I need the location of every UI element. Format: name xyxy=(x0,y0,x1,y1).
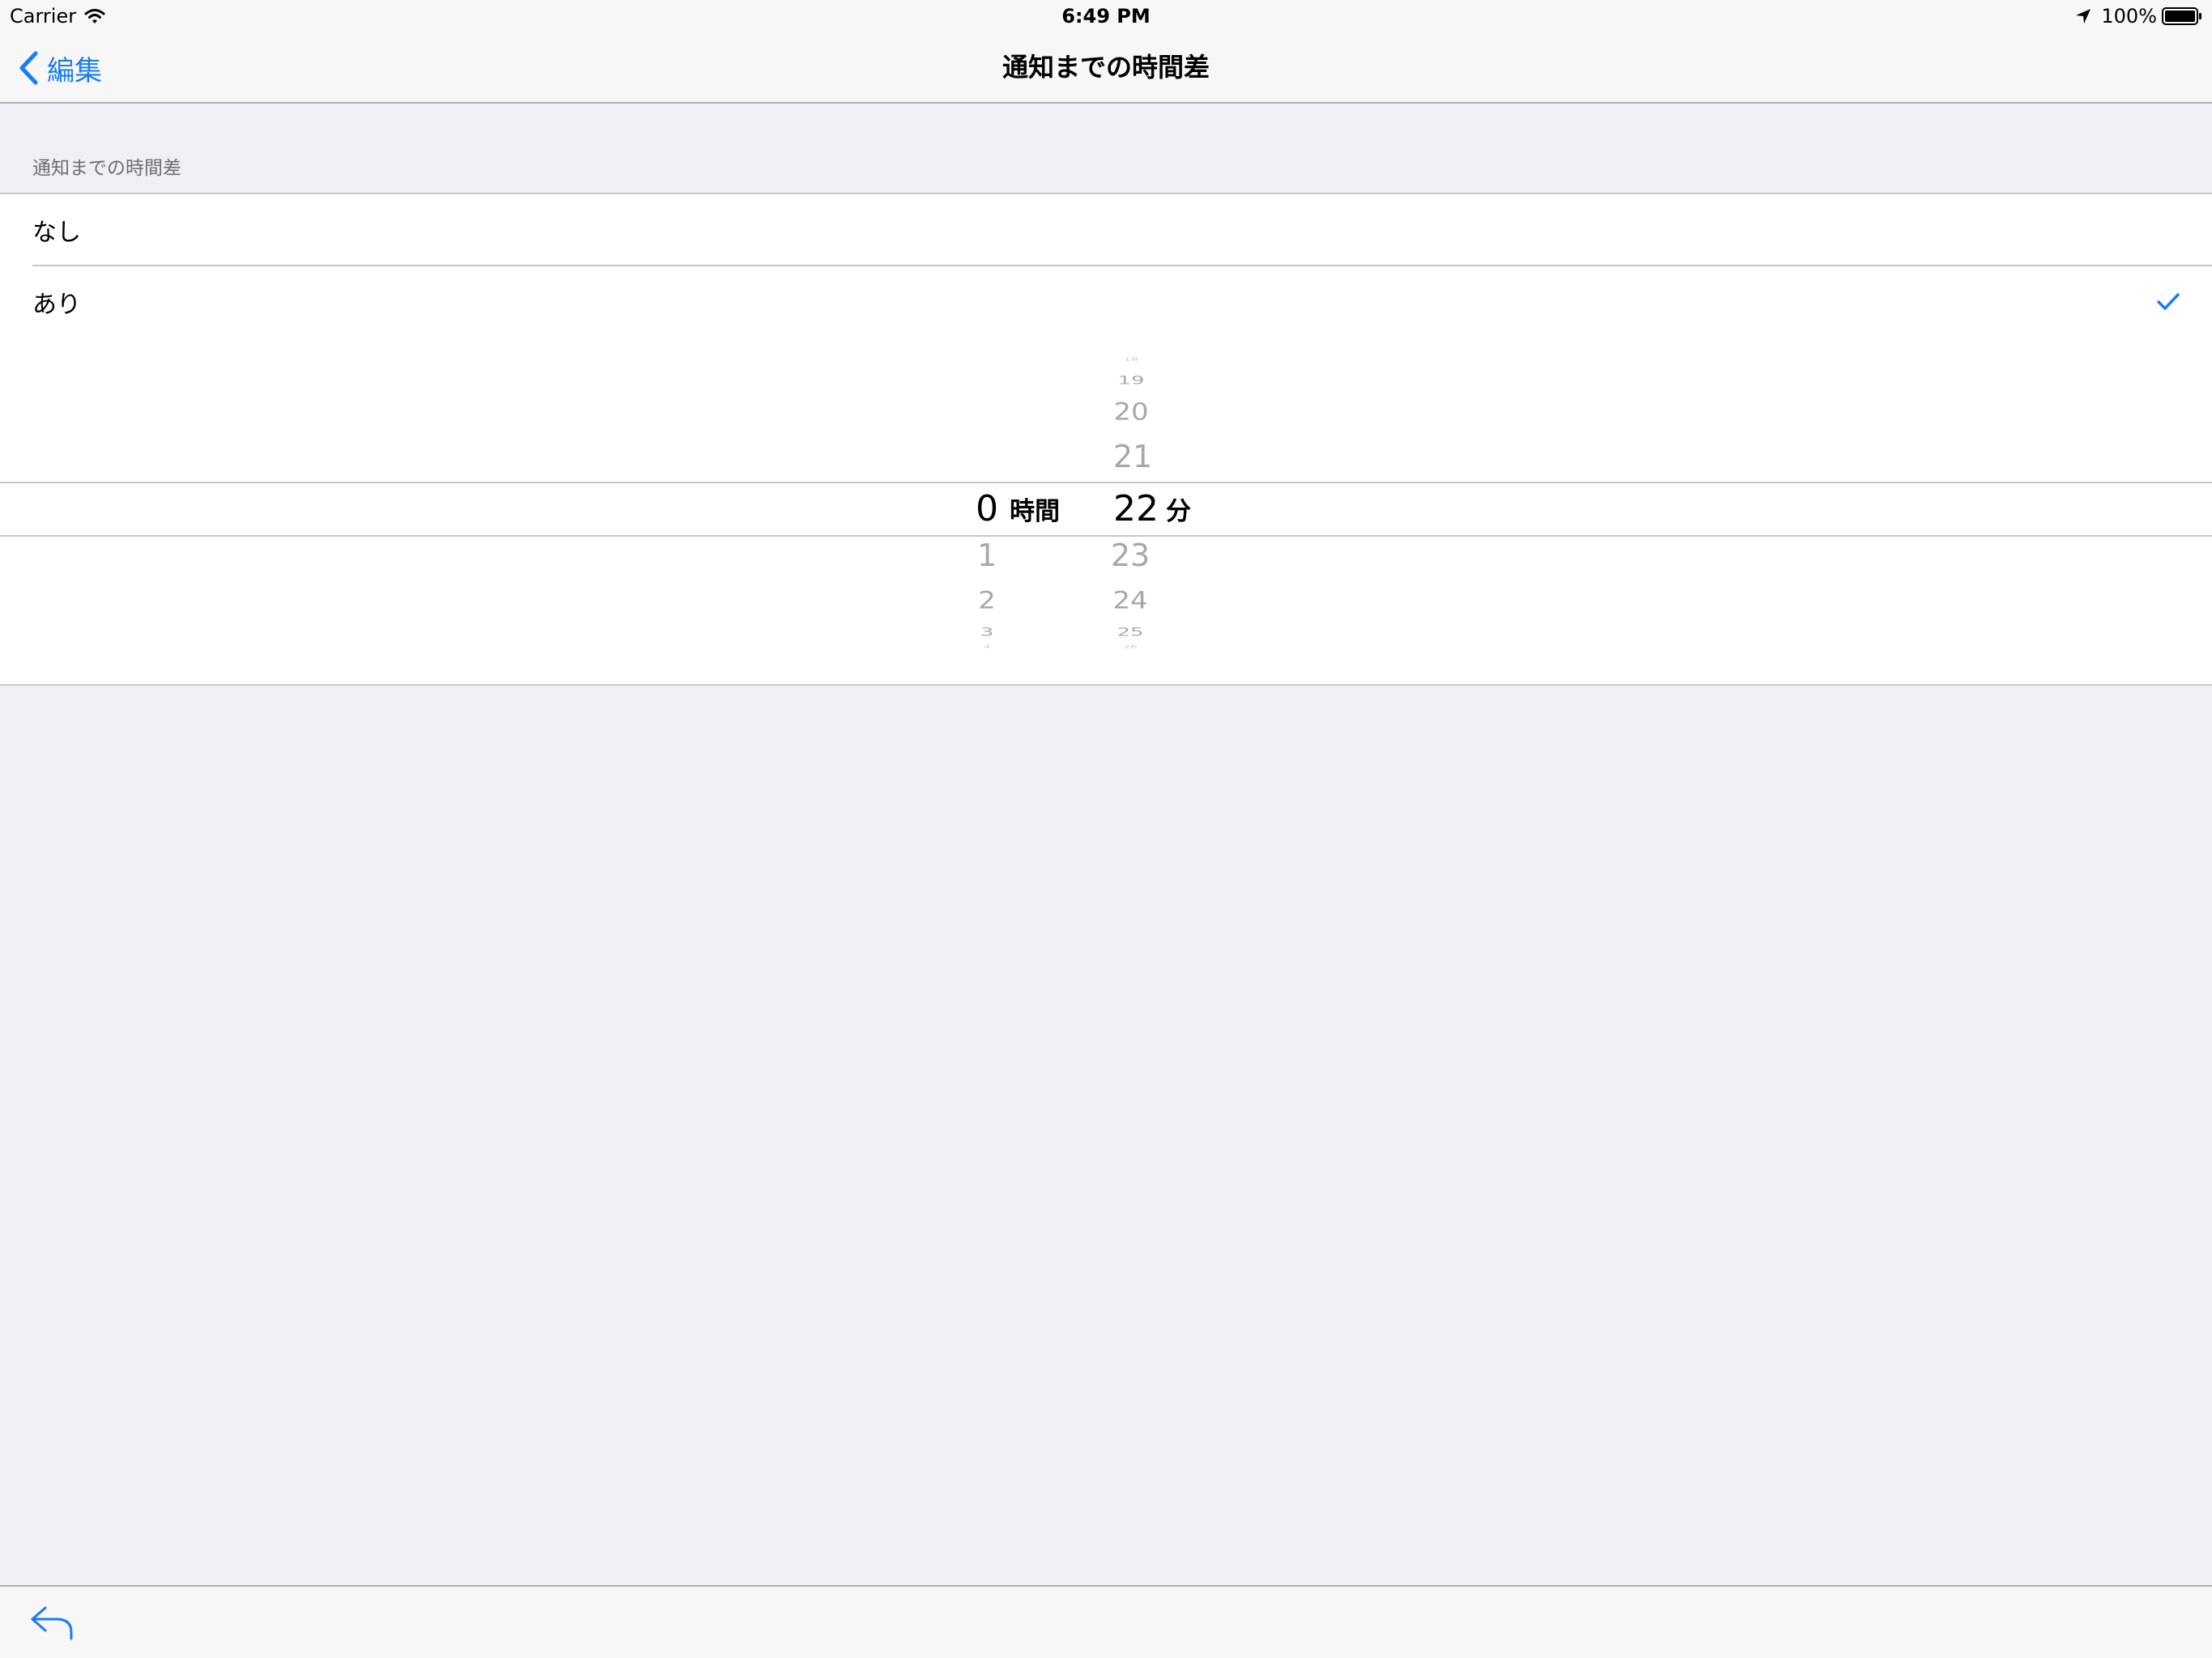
battery-percent: 100% xyxy=(2101,5,2157,28)
reply-icon[interactable] xyxy=(29,1605,74,1642)
minutes-option[interactable]: 24 xyxy=(1095,589,1165,613)
minutes-option[interactable]: 21 xyxy=(1098,441,1168,472)
hours-selected[interactable]: 0 xyxy=(963,491,1011,528)
option-row-none[interactable]: なし xyxy=(32,194,2212,266)
minutes-option[interactable]: 25 xyxy=(1095,627,1165,638)
section-header: 通知までの時間差 xyxy=(32,158,181,179)
option-label-none: なし xyxy=(32,218,81,247)
status-right-group: 100% xyxy=(2075,4,2202,28)
minutes-option[interactable]: 19 xyxy=(1096,375,1166,386)
minutes-selected[interactable]: 22 xyxy=(1105,491,1167,528)
hours-unit-label: 時間 xyxy=(1010,497,1060,526)
status-time: 6:49 PM xyxy=(1061,5,1151,28)
minutes-option[interactable]: 20 xyxy=(1096,401,1166,424)
minutes-option[interactable]: 26 xyxy=(1095,645,1165,649)
minutes-option[interactable]: 18 xyxy=(1096,358,1166,362)
option-label-yes: あり xyxy=(32,290,81,319)
options-table: なし あり xyxy=(0,193,2212,338)
minutes-unit-label: 分 xyxy=(1166,497,1191,526)
hours-option[interactable]: 1 xyxy=(963,540,1011,571)
navigation-bar: 編集 通知までの時間差 xyxy=(0,32,2212,104)
time-picker[interactable]: 18 19 20 21 0 時間 22 分 1 2 3 4 23 24 25 2… xyxy=(0,336,2212,686)
hours-option[interactable]: 3 xyxy=(963,627,1011,638)
battery-icon xyxy=(2162,7,2201,25)
status-bar: Carrier 6:49 PM 100% xyxy=(0,0,2212,32)
location-icon xyxy=(2076,9,2091,23)
page-title: 通知までの時間差 xyxy=(1002,52,1210,83)
hours-option[interactable]: 2 xyxy=(963,589,1011,613)
option-row-yes[interactable]: あり xyxy=(32,266,2212,338)
minutes-option[interactable]: 23 xyxy=(1095,540,1165,571)
bottom-toolbar xyxy=(0,1585,2212,1658)
hours-option[interactable]: 4 xyxy=(963,645,1011,649)
checkmark-icon xyxy=(2157,293,2180,310)
